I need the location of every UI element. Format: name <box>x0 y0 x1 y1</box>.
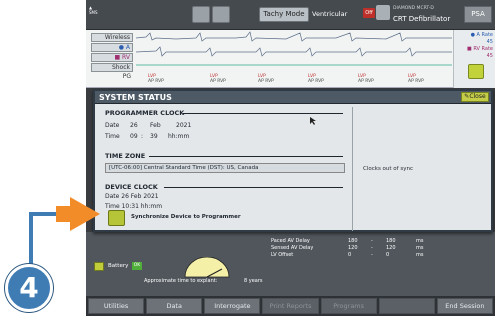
explant-label: Approximate time to explant: <box>144 278 218 284</box>
time-colon: : <box>141 133 144 140</box>
ecg-traces <box>136 31 452 66</box>
param-value: 120 <box>348 245 358 251</box>
param-unit: ms <box>416 245 424 251</box>
rv-rate-value: 45 <box>486 53 493 59</box>
section-divider <box>164 187 343 188</box>
clock-status-message: Clocks out of sync <box>363 166 413 172</box>
mouse-cursor-icon <box>310 117 316 125</box>
param-value: 180 <box>348 238 358 244</box>
programmer-hour[interactable]: 09 <box>130 133 138 140</box>
programmer-month[interactable]: Feb <box>150 122 161 129</box>
programmer-screen: ▲ SMS Tachy Mode Ventricular Off DIAMOND … <box>86 0 495 316</box>
panel-divider <box>352 107 353 231</box>
ecg-trace-rv <box>136 46 452 57</box>
nav-interrogate[interactable]: Interrogate <box>204 298 261 314</box>
video-icon[interactable] <box>212 6 230 23</box>
param-dash: - <box>371 252 373 258</box>
ecg-trace-a <box>136 31 452 42</box>
rv-rate-label: ■ RV Rate <box>467 46 493 52</box>
bottom-navigation: Utilities Data Interrogate Print Reports… <box>86 296 495 316</box>
ecg-marker: LVP AP RVP <box>308 74 324 84</box>
camera-icon[interactable] <box>192 6 210 23</box>
programmer-year[interactable]: 2021 <box>176 122 191 129</box>
ventricular-off-badge[interactable]: Off <box>363 8 375 18</box>
ecg-marker: LVP AP RVP <box>408 74 424 84</box>
param-value: 0 <box>348 252 352 258</box>
time-zone-select[interactable]: [UTC-06:00] Central Standard Time (DST):… <box>105 163 345 173</box>
param-value: 180 <box>386 238 396 244</box>
tachy-mode-button[interactable]: Tachy Mode <box>259 7 309 22</box>
a-rate-value: 45 <box>486 39 493 45</box>
sync-device-label[interactable]: Synchronize Device to Programmer <box>131 214 241 220</box>
top-bar: ▲ SMS Tachy Mode Ventricular Off DIAMOND … <box>86 0 495 30</box>
nav-end-session[interactable]: End Session <box>436 298 493 314</box>
step-number-badge: 4 <box>5 264 53 312</box>
programmer-day[interactable]: 26 <box>130 122 138 129</box>
section-divider <box>149 156 343 157</box>
programmer-minute[interactable]: 39 <box>150 133 158 140</box>
battery-gauge <box>184 257 230 278</box>
param-value: 120 <box>386 245 396 251</box>
nav-programs[interactable]: Programs <box>320 298 377 314</box>
rate-panel: ● A Rate 45 ■ RV Rate 45 <box>453 30 495 88</box>
wrench-icon[interactable] <box>468 64 484 79</box>
section-divider <box>183 113 343 114</box>
nav-blank[interactable] <box>378 298 435 314</box>
device-summary-panel: Battery OK Approximate time to explant: … <box>86 232 495 296</box>
dialog-titlebar: SYSTEM STATUS ✎Close <box>95 91 491 104</box>
a-rate-label: ● A Rate <box>470 32 493 38</box>
nav-data[interactable]: Data <box>146 298 203 314</box>
param-name: Sensed AV Delay <box>271 245 314 251</box>
ecg-marker: LVP AP RVP <box>148 74 164 84</box>
param-unit: ms <box>416 252 424 258</box>
close-button[interactable]: ✎Close <box>461 92 489 102</box>
param-name: Paced AV Delay <box>271 238 310 244</box>
psa-button[interactable]: PSA <box>464 6 492 23</box>
ecg-panel: Wireless ● A ■ RV Shock PG ● A Rate 45 ■… <box>86 30 495 88</box>
clock-settings-panel: PROGRAMMER CLOCK Date 26 Feb 2021 Time 0… <box>100 109 350 231</box>
device-type: CRT Defibrillator <box>393 15 451 23</box>
nav-print-reports[interactable]: Print Reports <box>262 298 319 314</box>
system-status-dialog: SYSTEM STATUS ✎Close PROGRAMMER CLOCK Da… <box>93 89 493 232</box>
time-unit: hh:mm <box>168 133 190 140</box>
param-name: LV Offset <box>271 252 294 258</box>
ventricular-label: Ventricular <box>312 10 348 18</box>
ecg-marker: LVP AP RVP <box>258 74 274 84</box>
ecg-marker: LVP AP RVP <box>210 74 226 84</box>
explant-value: 8 years <box>244 278 263 284</box>
device-model: DIAMOND MCRT-D <box>393 6 434 11</box>
param-unit: ms <box>416 238 424 244</box>
param-dash: - <box>371 238 373 244</box>
patient-icon[interactable] <box>376 5 390 20</box>
param-value: 0 <box>386 252 390 258</box>
param-dash: - <box>371 245 373 251</box>
battery-status-badge: OK <box>132 262 142 270</box>
ecg-marker: LVP AP RVP <box>358 74 374 84</box>
